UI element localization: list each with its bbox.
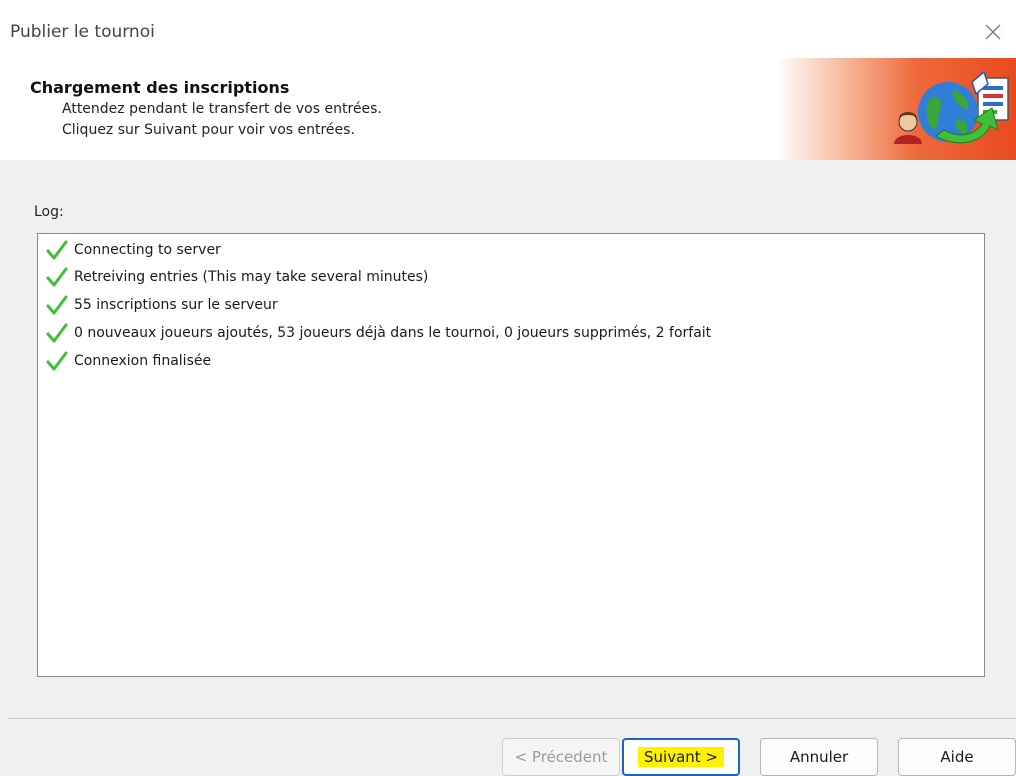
header-instruction-2: Cliquez sur Suivant pour voir vos entrée…: [62, 122, 355, 138]
wizard-header: Chargement des inscriptions Attendez pen…: [0, 58, 1016, 160]
log-label: Log:: [34, 204, 64, 220]
next-button[interactable]: Suivant >: [622, 738, 740, 776]
globe-publish-icon: [894, 70, 1009, 144]
close-button[interactable]: [970, 10, 1016, 54]
header-title: Chargement des inscriptions: [30, 78, 290, 97]
close-icon: [985, 24, 1001, 40]
log-item-text: Connecting to server: [74, 242, 221, 258]
cancel-button[interactable]: Annuler: [760, 738, 878, 776]
check-icon: [46, 323, 68, 343]
check-icon: [46, 351, 68, 371]
log-item: 55 inscriptions sur le serveur: [46, 293, 278, 317]
log-item-text: Connexion finalisée: [74, 353, 212, 369]
log-item: Connexion finalisée: [46, 349, 211, 373]
log-item-text: 0 nouveaux joueurs ajoutés, 53 joueurs d…: [74, 325, 712, 341]
log-item: Connecting to server: [46, 238, 221, 262]
log-item-text: Retreiving entries (This may take severa…: [74, 269, 429, 285]
check-icon: [46, 267, 68, 287]
log-item: Retreiving entries (This may take severa…: [46, 265, 428, 289]
help-button[interactable]: Aide: [898, 738, 1016, 776]
log-item-text: 55 inscriptions sur le serveur: [74, 297, 278, 313]
check-icon: [46, 295, 68, 315]
header-instruction-1: Attendez pendant le transfert de vos ent…: [62, 101, 382, 117]
log-item: 0 nouveaux joueurs ajoutés, 53 joueurs d…: [46, 321, 711, 345]
previous-button[interactable]: < Précedent: [502, 738, 620, 776]
log-list[interactable]: Connecting to server Retreiving entries …: [37, 233, 985, 677]
next-button-label: Suivant >: [638, 747, 724, 767]
window-title: Publier le tournoi: [10, 22, 155, 42]
title-bar: Publier le tournoi: [0, 0, 1016, 58]
publish-dialog: Publier le tournoi Chargement des inscri…: [0, 0, 1016, 776]
footer-divider: [8, 718, 1016, 719]
check-icon: [46, 240, 68, 260]
